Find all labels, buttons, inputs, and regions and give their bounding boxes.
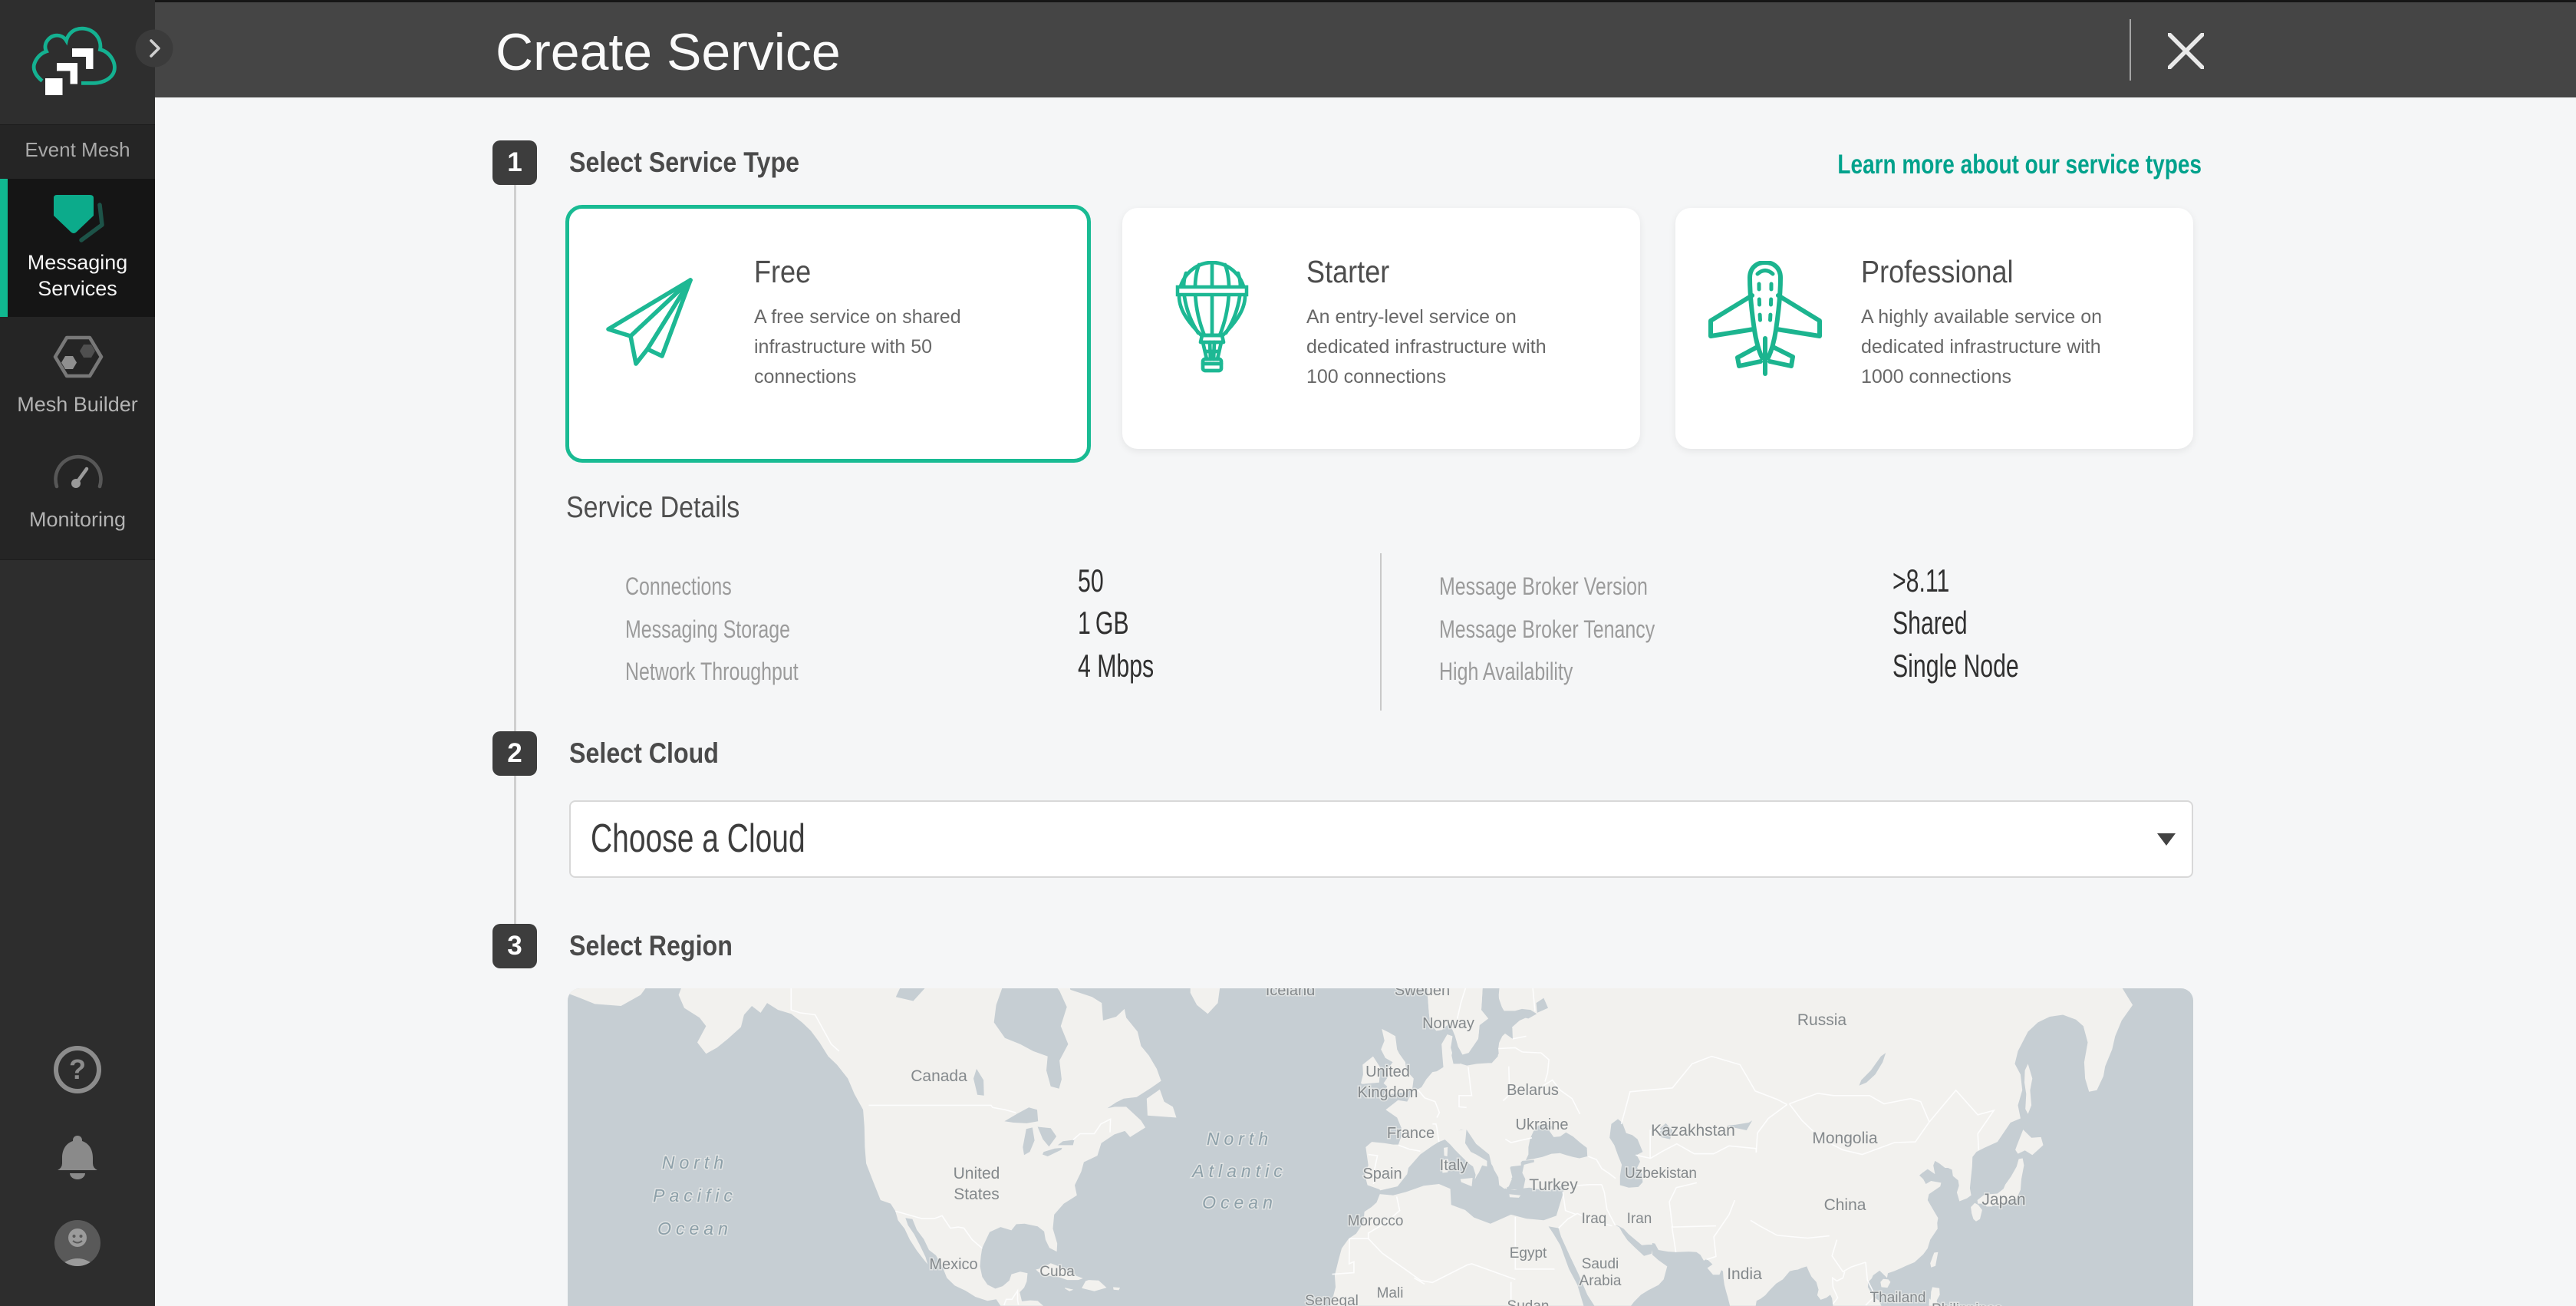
svg-text:Norway: Norway [1422,1015,1474,1032]
svg-text:Egypt: Egypt [1510,1245,1547,1261]
svg-text:Japan: Japan [1981,1191,2025,1209]
svg-text:Ocean: Ocean [1202,1192,1277,1212]
svg-text:United: United [954,1165,1000,1182]
svg-text:Mali: Mali [1377,1285,1404,1301]
svg-text:Russia: Russia [1797,1011,1847,1029]
svg-text:Arabia: Arabia [1580,1273,1622,1289]
svg-text:Kingdom: Kingdom [1358,1084,1418,1101]
svg-text:Philippines: Philippines [1932,1301,2002,1306]
svg-text:Iran: Iran [1627,1211,1652,1227]
svg-text:North: North [1207,1129,1273,1149]
svg-text:Spain: Spain [1362,1166,1402,1182]
svg-text:India: India [1727,1265,1762,1283]
svg-text:Senegal: Senegal [1305,1293,1359,1306]
svg-text:Sudan: Sudan [1507,1298,1550,1306]
svg-text:Iceland: Iceland [1266,988,1316,999]
svg-text:Mexico: Mexico [929,1256,977,1273]
svg-text:Canada: Canada [911,1067,967,1085]
svg-text:Saudi: Saudi [1582,1256,1619,1272]
svg-text:Pacific: Pacific [653,1186,737,1205]
svg-text:Iraq: Iraq [1582,1211,1607,1227]
svg-text:Ukraine: Ukraine [1516,1116,1569,1133]
svg-text:Sweden: Sweden [1395,988,1450,999]
svg-text:Thailand: Thailand [1870,1290,1926,1306]
svg-text:Uzbekistan: Uzbekistan [1625,1166,1697,1182]
svg-text:North: North [662,1153,728,1172]
svg-text:Kazakhstan: Kazakhstan [1651,1122,1735,1139]
svg-text:States: States [954,1186,1000,1203]
svg-text:China: China [1824,1196,1866,1214]
svg-text:Cuba: Cuba [1039,1264,1075,1280]
svg-text:France: France [1387,1125,1435,1142]
svg-text:Atlantic: Atlantic [1191,1161,1286,1181]
svg-text:Belarus: Belarus [1507,1082,1559,1099]
svg-text:United: United [1365,1064,1410,1080]
svg-text:Ocean: Ocean [657,1219,733,1238]
svg-text:Mongolia: Mongolia [1812,1130,1878,1147]
svg-text:Morocco: Morocco [1348,1213,1404,1229]
svg-text:?: ? [69,1054,86,1085]
svg-text:Italy: Italy [1440,1157,1468,1174]
svg-text:Turkey: Turkey [1529,1176,1578,1194]
